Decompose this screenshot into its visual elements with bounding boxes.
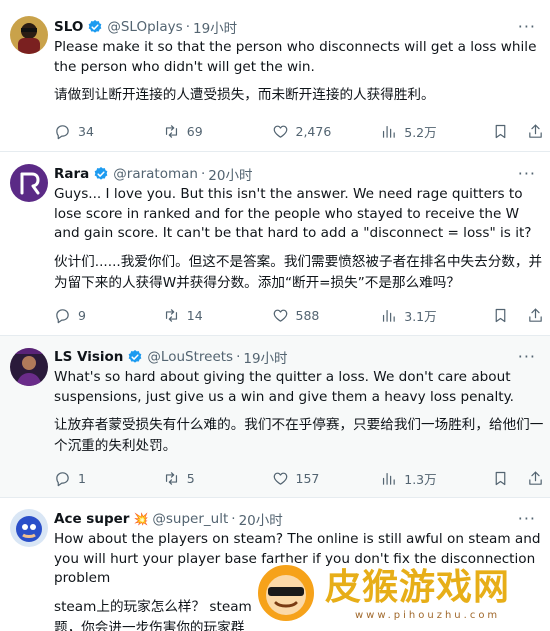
tweet-text: Guys... I love you. But this isn't the a…: [54, 186, 532, 241]
verified-badge-icon: [88, 20, 102, 33]
verified-badge-icon: [129, 350, 142, 363]
display-name[interactable]: Rara: [54, 166, 89, 182]
repost-icon: [163, 470, 180, 487]
watermark-logo-icon: [255, 562, 317, 624]
share-icon: [527, 123, 544, 140]
views-icon: [380, 307, 397, 324]
like-icon: [272, 307, 289, 324]
tweet-header: Rara @raratoman · 20小时: [54, 164, 544, 184]
reply-count: 34: [78, 123, 94, 139]
watermark-title: 皮猴游戏网: [325, 566, 511, 608]
timestamp[interactable]: 20小时: [239, 509, 283, 529]
fire-emoji-icon: 💥: [133, 512, 149, 526]
like-button[interactable]: 2,476: [272, 123, 381, 140]
verified-badge-icon: [94, 167, 108, 180]
tweet-slo[interactable]: SLO @SLOplays · 19小时 ··· Please make it …: [0, 0, 550, 152]
like-button[interactable]: 588: [272, 307, 381, 324]
reply-icon: [54, 123, 71, 140]
bookmark-icon: [492, 123, 509, 140]
views-button[interactable]: 3.1万: [380, 306, 492, 325]
reply-icon: [54, 470, 71, 487]
avatar[interactable]: [10, 348, 48, 386]
repost-icon: [163, 123, 180, 140]
tweet-text: Please make it so that the person who di…: [54, 39, 537, 75]
more-icon[interactable]: ···: [518, 164, 536, 183]
bookmark-button[interactable]: [492, 123, 509, 140]
views-icon: [380, 470, 397, 487]
like-button[interactable]: 157: [272, 470, 381, 487]
views-count: 5.2万: [404, 124, 437, 140]
avatar[interactable]: [10, 164, 48, 202]
like-count: 157: [295, 470, 320, 486]
tweet-rara[interactable]: Rara @raratoman · 20小时 ··· Guys... I lov…: [0, 152, 550, 336]
repost-button[interactable]: 5: [163, 470, 272, 487]
display-name[interactable]: Ace super: [54, 511, 129, 527]
repost-button[interactable]: 14: [163, 307, 272, 324]
tweet-translation: 让放弃者蒙受损失有什么难的。我们不在乎停赛，只要给我们一场胜利，给他们一个沉重的…: [54, 417, 544, 454]
bookmark-icon: [492, 470, 509, 487]
display-name[interactable]: LS Vision: [54, 349, 123, 365]
like-count: 2,476: [295, 123, 332, 139]
handle[interactable]: @SLOplays: [107, 19, 182, 35]
tweet-actions: 1 5 157 1.3万: [54, 468, 544, 488]
views-button[interactable]: 5.2万: [380, 122, 492, 141]
tweet-translation: 请做到让断开连接的人遭受损失，而未断开连接的人获得胜利。: [54, 87, 435, 103]
share-button[interactable]: [527, 307, 544, 324]
like-icon: [272, 470, 289, 487]
reply-count: 9: [78, 307, 86, 323]
tweet-text: What's so hard about giving the quitter …: [54, 369, 514, 405]
reply-icon: [54, 307, 71, 324]
repost-icon: [163, 307, 180, 324]
handle[interactable]: @super_ult: [152, 511, 228, 527]
bookmark-icon: [492, 307, 509, 324]
tweet-header: Ace super 💥 @super_ult · 20小时: [54, 509, 544, 529]
views-icon: [380, 123, 397, 140]
tweet-header: SLO @SLOplays · 19小时: [54, 17, 544, 37]
share-button[interactable]: [527, 123, 544, 140]
more-icon[interactable]: ···: [518, 509, 536, 528]
more-icon[interactable]: ···: [518, 347, 536, 366]
watermark-url: www.pihouzhu.com: [355, 610, 501, 621]
bookmark-button[interactable]: [492, 470, 509, 487]
more-icon[interactable]: ···: [518, 17, 536, 36]
like-count: 588: [295, 307, 320, 323]
tweet-actions: 34 69 2,476 5.2万: [54, 121, 544, 141]
reply-button[interactable]: 34: [54, 123, 163, 140]
display-name[interactable]: SLO: [54, 19, 83, 35]
watermark: 皮猴游戏网 www.pihouzhu.com: [255, 556, 545, 631]
avatar[interactable]: [10, 509, 48, 547]
reply-button[interactable]: 9: [54, 307, 163, 324]
timestamp[interactable]: 20小时: [208, 164, 252, 184]
views-button[interactable]: 1.3万: [380, 469, 492, 488]
avatar[interactable]: [10, 16, 48, 54]
bookmark-button[interactable]: [492, 307, 509, 324]
handle[interactable]: @raratoman: [113, 166, 198, 182]
views-count: 3.1万: [404, 308, 437, 324]
timestamp[interactable]: 19小时: [193, 17, 237, 37]
repost-count: 14: [186, 307, 203, 323]
separator-dot: ·: [200, 166, 206, 182]
reply-count: 1: [78, 470, 86, 486]
separator-dot: ·: [231, 511, 236, 527]
share-icon: [527, 470, 544, 487]
tweet-translation: 伙计们......我爱你们。但这不是答案。我们需要愤怒被子者在排名中失去分数，并…: [54, 253, 543, 291]
tweet-ls-vision[interactable]: LS Vision @LouStreets · 19小时 ··· What's …: [0, 336, 550, 498]
separator-dot: ·: [185, 19, 190, 35]
share-icon: [527, 307, 544, 324]
share-button[interactable]: [527, 470, 544, 487]
reply-button[interactable]: 1: [54, 470, 163, 487]
timestamp[interactable]: 19小时: [243, 347, 287, 367]
repost-button[interactable]: 69: [163, 123, 272, 140]
like-icon: [272, 123, 289, 140]
tweet-header: LS Vision @LouStreets · 19小时: [54, 347, 544, 367]
separator-dot: ·: [236, 349, 241, 365]
handle[interactable]: @LouStreets: [147, 349, 233, 365]
repost-count: 69: [186, 123, 203, 139]
repost-count: 5: [186, 470, 195, 486]
views-count: 1.3万: [404, 471, 437, 487]
tweet-actions: 9 14 588 3.1万: [54, 305, 544, 325]
